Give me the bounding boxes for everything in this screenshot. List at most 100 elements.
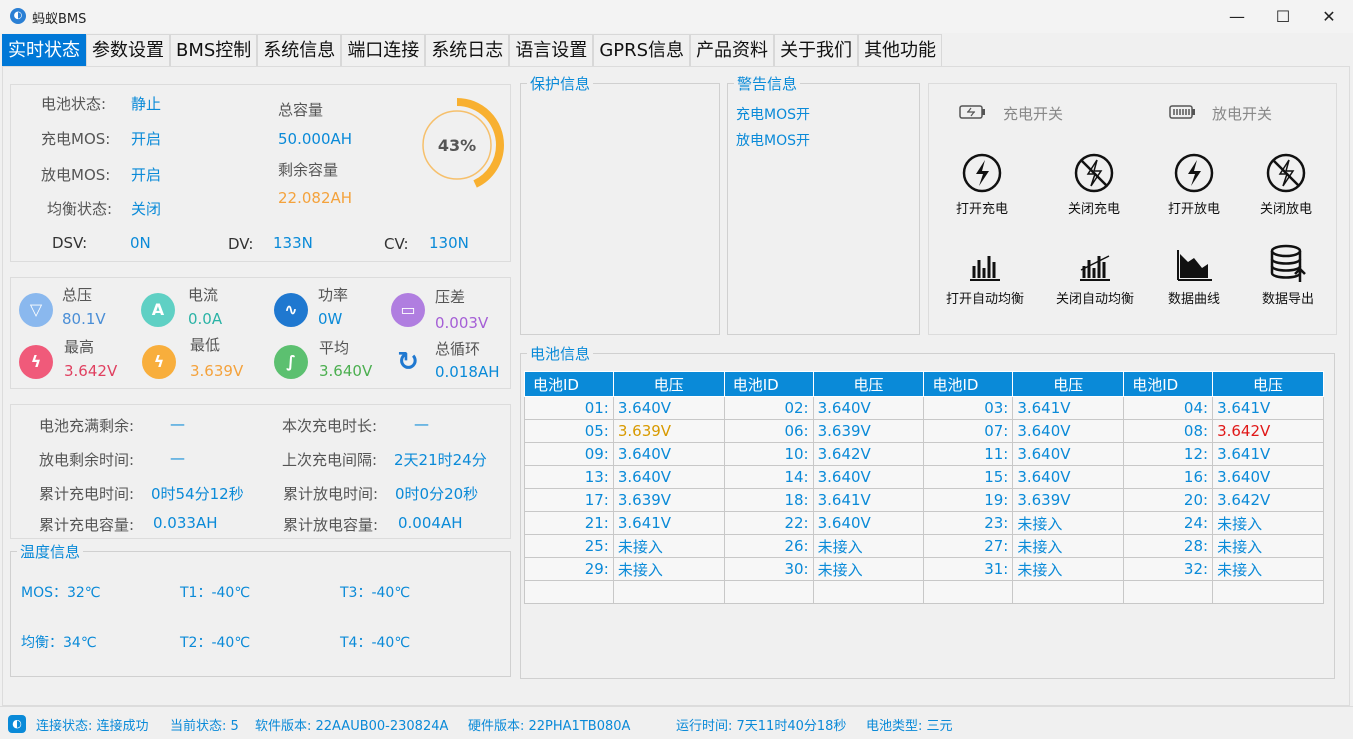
- total-capacity-label: 总容量: [278, 101, 324, 119]
- highest-label: 最高: [64, 338, 95, 356]
- table-row: [524, 580, 1324, 604]
- table-row: 17: 3.639V 18: 3.641V 19: 3.639V 20: 3.642V: [524, 488, 1324, 512]
- balance-state-label: 均衡状态:: [47, 200, 113, 218]
- tab-port-connection[interactable]: 端口连接: [341, 34, 426, 66]
- close-charge-button[interactable]: 关闭充电: [1049, 152, 1139, 217]
- cell-voltage: 3.640V: [1012, 465, 1125, 489]
- open-charge-label: 打开充电: [955, 202, 1008, 217]
- data-export-button[interactable]: 数据导出: [1243, 244, 1333, 307]
- cell-voltage: 未接入: [1212, 534, 1324, 558]
- status-bar: ◐ 连接状态: 连接成功 当前状态: 5 软件版本: 22AAUB00-2308…: [0, 706, 1353, 739]
- soc-percent-text: 43%: [438, 136, 476, 155]
- lowest-value: 3.639V: [190, 362, 244, 380]
- total-charge-cap-label: 累计充电容量:: [39, 516, 135, 534]
- cell-id: 19:: [923, 488, 1014, 512]
- tab-bms-control[interactable]: BMS控制: [170, 34, 258, 66]
- open-discharge-icon: [1174, 153, 1214, 193]
- tab-system-info[interactable]: 系统信息: [257, 34, 342, 66]
- open-discharge-button[interactable]: 打开放电: [1149, 152, 1239, 217]
- cell-id: 32:: [1123, 557, 1214, 581]
- cell-id: 07:: [923, 419, 1014, 443]
- cell-id: 29:: [524, 557, 614, 581]
- cell-voltage: 3.642V: [1212, 488, 1324, 512]
- tab-about-us[interactable]: 关于我们: [774, 34, 859, 66]
- tab-product-docs[interactable]: 产品资料: [690, 34, 775, 66]
- discharge-mos-label: 放电MOS:: [41, 166, 111, 184]
- charge-switch-label[interactable]: 充电开关: [1003, 103, 1063, 124]
- cell-id: 25:: [524, 534, 614, 558]
- total-voltage-label: 总压: [62, 286, 93, 304]
- status-battery-type: 电池类型: 三元: [866, 719, 953, 734]
- column-header-cell-id[interactable]: 电池ID: [1123, 371, 1214, 397]
- column-header-voltage[interactable]: 电压: [1012, 371, 1125, 397]
- current-value: 0.0A: [188, 310, 223, 328]
- power-label: 功率: [318, 286, 349, 304]
- charge-switch-icon: [959, 105, 985, 119]
- cv-label: CV:: [384, 235, 409, 253]
- tab-system-log[interactable]: 系统日志: [425, 34, 510, 66]
- cell-voltage: 3.642V: [812, 442, 925, 466]
- cell-table-header: 电池ID 电压 电池ID 电压 电池ID 电压 电池ID 电压: [524, 371, 1324, 397]
- cell-voltage: 未接入: [1212, 511, 1324, 535]
- column-header-cell-id[interactable]: 电池ID: [923, 371, 1014, 397]
- close-discharge-button[interactable]: 关闭放电: [1241, 152, 1331, 217]
- charge-duration-value: —: [414, 415, 429, 433]
- data-export-icon: [1270, 244, 1306, 282]
- power-icon: ∿: [274, 293, 308, 327]
- discharge-switch-label[interactable]: 放电开关: [1212, 103, 1272, 124]
- cell-id: 30:: [723, 557, 814, 581]
- close-auto-balance-label: 关闭自动均衡: [1055, 292, 1134, 307]
- cell-id: 26:: [723, 534, 814, 558]
- minimize-button[interactable]: —: [1214, 4, 1260, 30]
- cell-id: [923, 580, 1014, 604]
- discharge-remaining-value: —: [170, 449, 185, 467]
- cell-id: [524, 580, 614, 604]
- warning-item-charge-mos: 充电MOS开: [736, 107, 810, 123]
- open-auto-balance-button[interactable]: 打开自动均衡: [937, 248, 1033, 307]
- close-button[interactable]: ✕: [1306, 4, 1352, 30]
- cell-id: 10:: [723, 442, 814, 466]
- total-charge-time-label: 累计充电时间:: [39, 485, 135, 503]
- charge-mos-label: 充电MOS:: [41, 130, 111, 148]
- cell-voltage: 3.640V: [612, 465, 725, 489]
- column-header-voltage[interactable]: 电压: [1212, 371, 1324, 397]
- last-charge-interval-label: 上次充电间隔:: [282, 451, 378, 469]
- tab-other-functions[interactable]: 其他功能: [858, 34, 943, 66]
- discharge-remaining-label: 放电剩余时间:: [39, 451, 135, 469]
- warning-title: 警告信息: [734, 73, 801, 94]
- column-header-voltage[interactable]: 电压: [812, 371, 925, 397]
- average-voltage-icon: ∫: [274, 345, 308, 379]
- tab-gprs-info[interactable]: GPRS信息: [593, 34, 691, 66]
- maximize-button[interactable]: ☐: [1260, 4, 1306, 30]
- pressure-diff-icon: ▭: [391, 293, 425, 327]
- tab-parameter-settings[interactable]: 参数设置: [86, 34, 170, 66]
- full-remaining-label: 电池充满剩余:: [39, 417, 135, 435]
- highest-value: 3.642V: [64, 362, 118, 380]
- tab-realtime-status[interactable]: 实时状态: [2, 34, 86, 66]
- open-charge-button[interactable]: 打开充电: [937, 152, 1027, 217]
- open-discharge-label: 打开放电: [1167, 202, 1220, 217]
- table-row: 25: 未接入 26: 未接入 27: 未接入 28: 未接入: [524, 534, 1324, 558]
- close-discharge-icon: [1266, 153, 1306, 193]
- tab-language[interactable]: 语言设置: [509, 34, 594, 66]
- cell-id: 21:: [524, 511, 614, 535]
- table-row: 01: 3.640V 02: 3.640V 03: 3.641V 04: 3.641V: [524, 396, 1324, 420]
- temp-t3: T3：-40℃: [340, 585, 411, 601]
- column-header-voltage[interactable]: 电压: [612, 371, 725, 397]
- cell-voltage: 未接入: [612, 557, 725, 581]
- total-discharge-cap-label: 累计放电容量:: [283, 516, 379, 534]
- cycles-value: 0.018AH: [435, 363, 500, 381]
- data-curve-button[interactable]: 数据曲线: [1149, 244, 1239, 307]
- metrics-panel: ▽ 总压 80.1V A 电流 0.0A ∿ 功率 0W ▭ 压差 0.003V…: [10, 277, 511, 389]
- cell-voltage-table: 电池ID 电压 电池ID 电压 电池ID 电压 电池ID 电压 01: 3.640…: [524, 371, 1324, 604]
- charge-mos-value: 开启: [131, 130, 162, 148]
- close-auto-balance-button[interactable]: 关闭自动均衡: [1047, 248, 1143, 307]
- cell-id: 24:: [1123, 511, 1214, 535]
- status-hardware-version: 硬件版本: 22PHA1TB080A: [468, 719, 631, 734]
- column-header-cell-id[interactable]: 电池ID: [723, 371, 814, 397]
- cell-id: 16:: [1123, 465, 1214, 489]
- column-header-cell-id[interactable]: 电池ID: [524, 371, 614, 397]
- cell-id: 06:: [723, 419, 814, 443]
- lowest-voltage-icon: ϟ: [142, 345, 176, 379]
- table-row: 05: 3.639V 06: 3.639V 07: 3.640V 08: 3.642V: [524, 419, 1324, 443]
